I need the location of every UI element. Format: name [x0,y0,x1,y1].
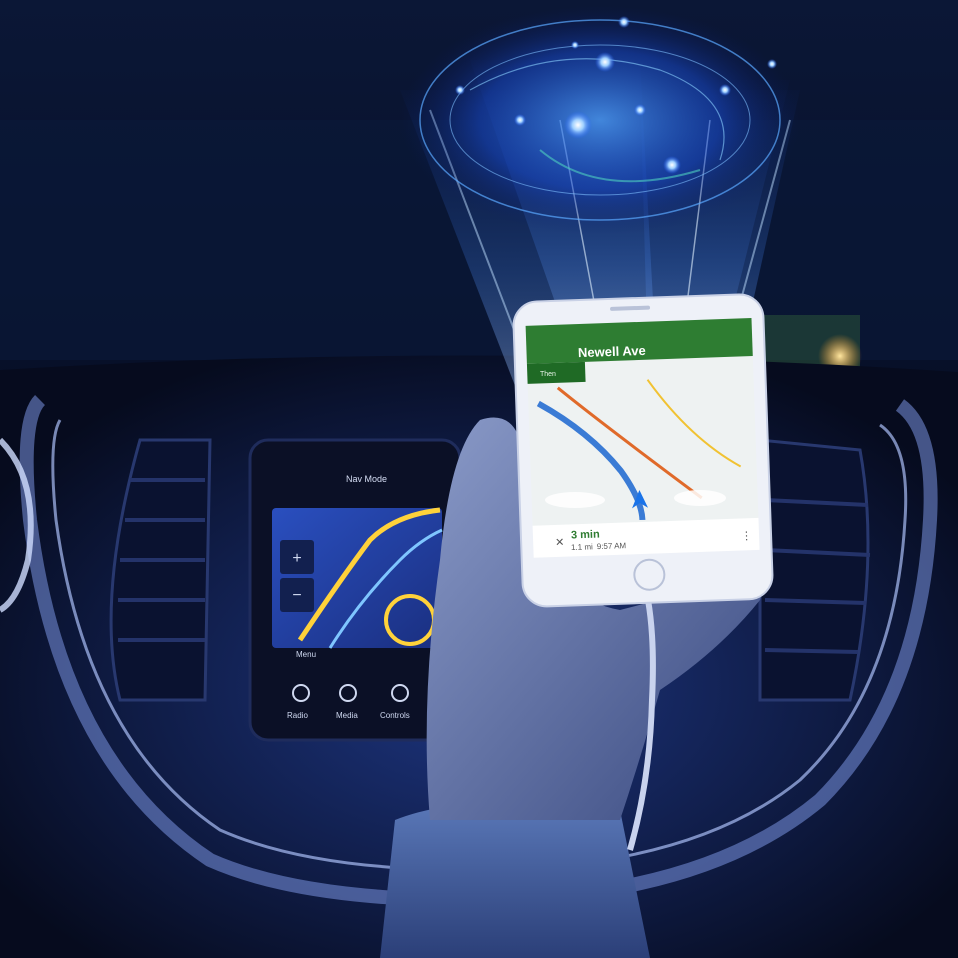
phone-glare-left [545,492,605,508]
plus-icon: + [292,550,301,567]
minus-icon: − [292,587,301,604]
turn-hint-bar [526,361,586,384]
nav-header [525,318,753,364]
phone-glare-right [674,490,726,506]
shirt-sleeve [380,802,650,958]
more-icon[interactable]: ⋮ [741,530,752,542]
hologram-sphere [400,5,800,235]
smartphone: ✕ ⋮ [512,293,774,608]
right-air-vent [758,438,871,702]
home-button[interactable] [633,558,666,591]
close-icon[interactable]: ✕ [555,537,565,549]
car-interior-photo: + − ✕ ⋮ [0,0,958,958]
